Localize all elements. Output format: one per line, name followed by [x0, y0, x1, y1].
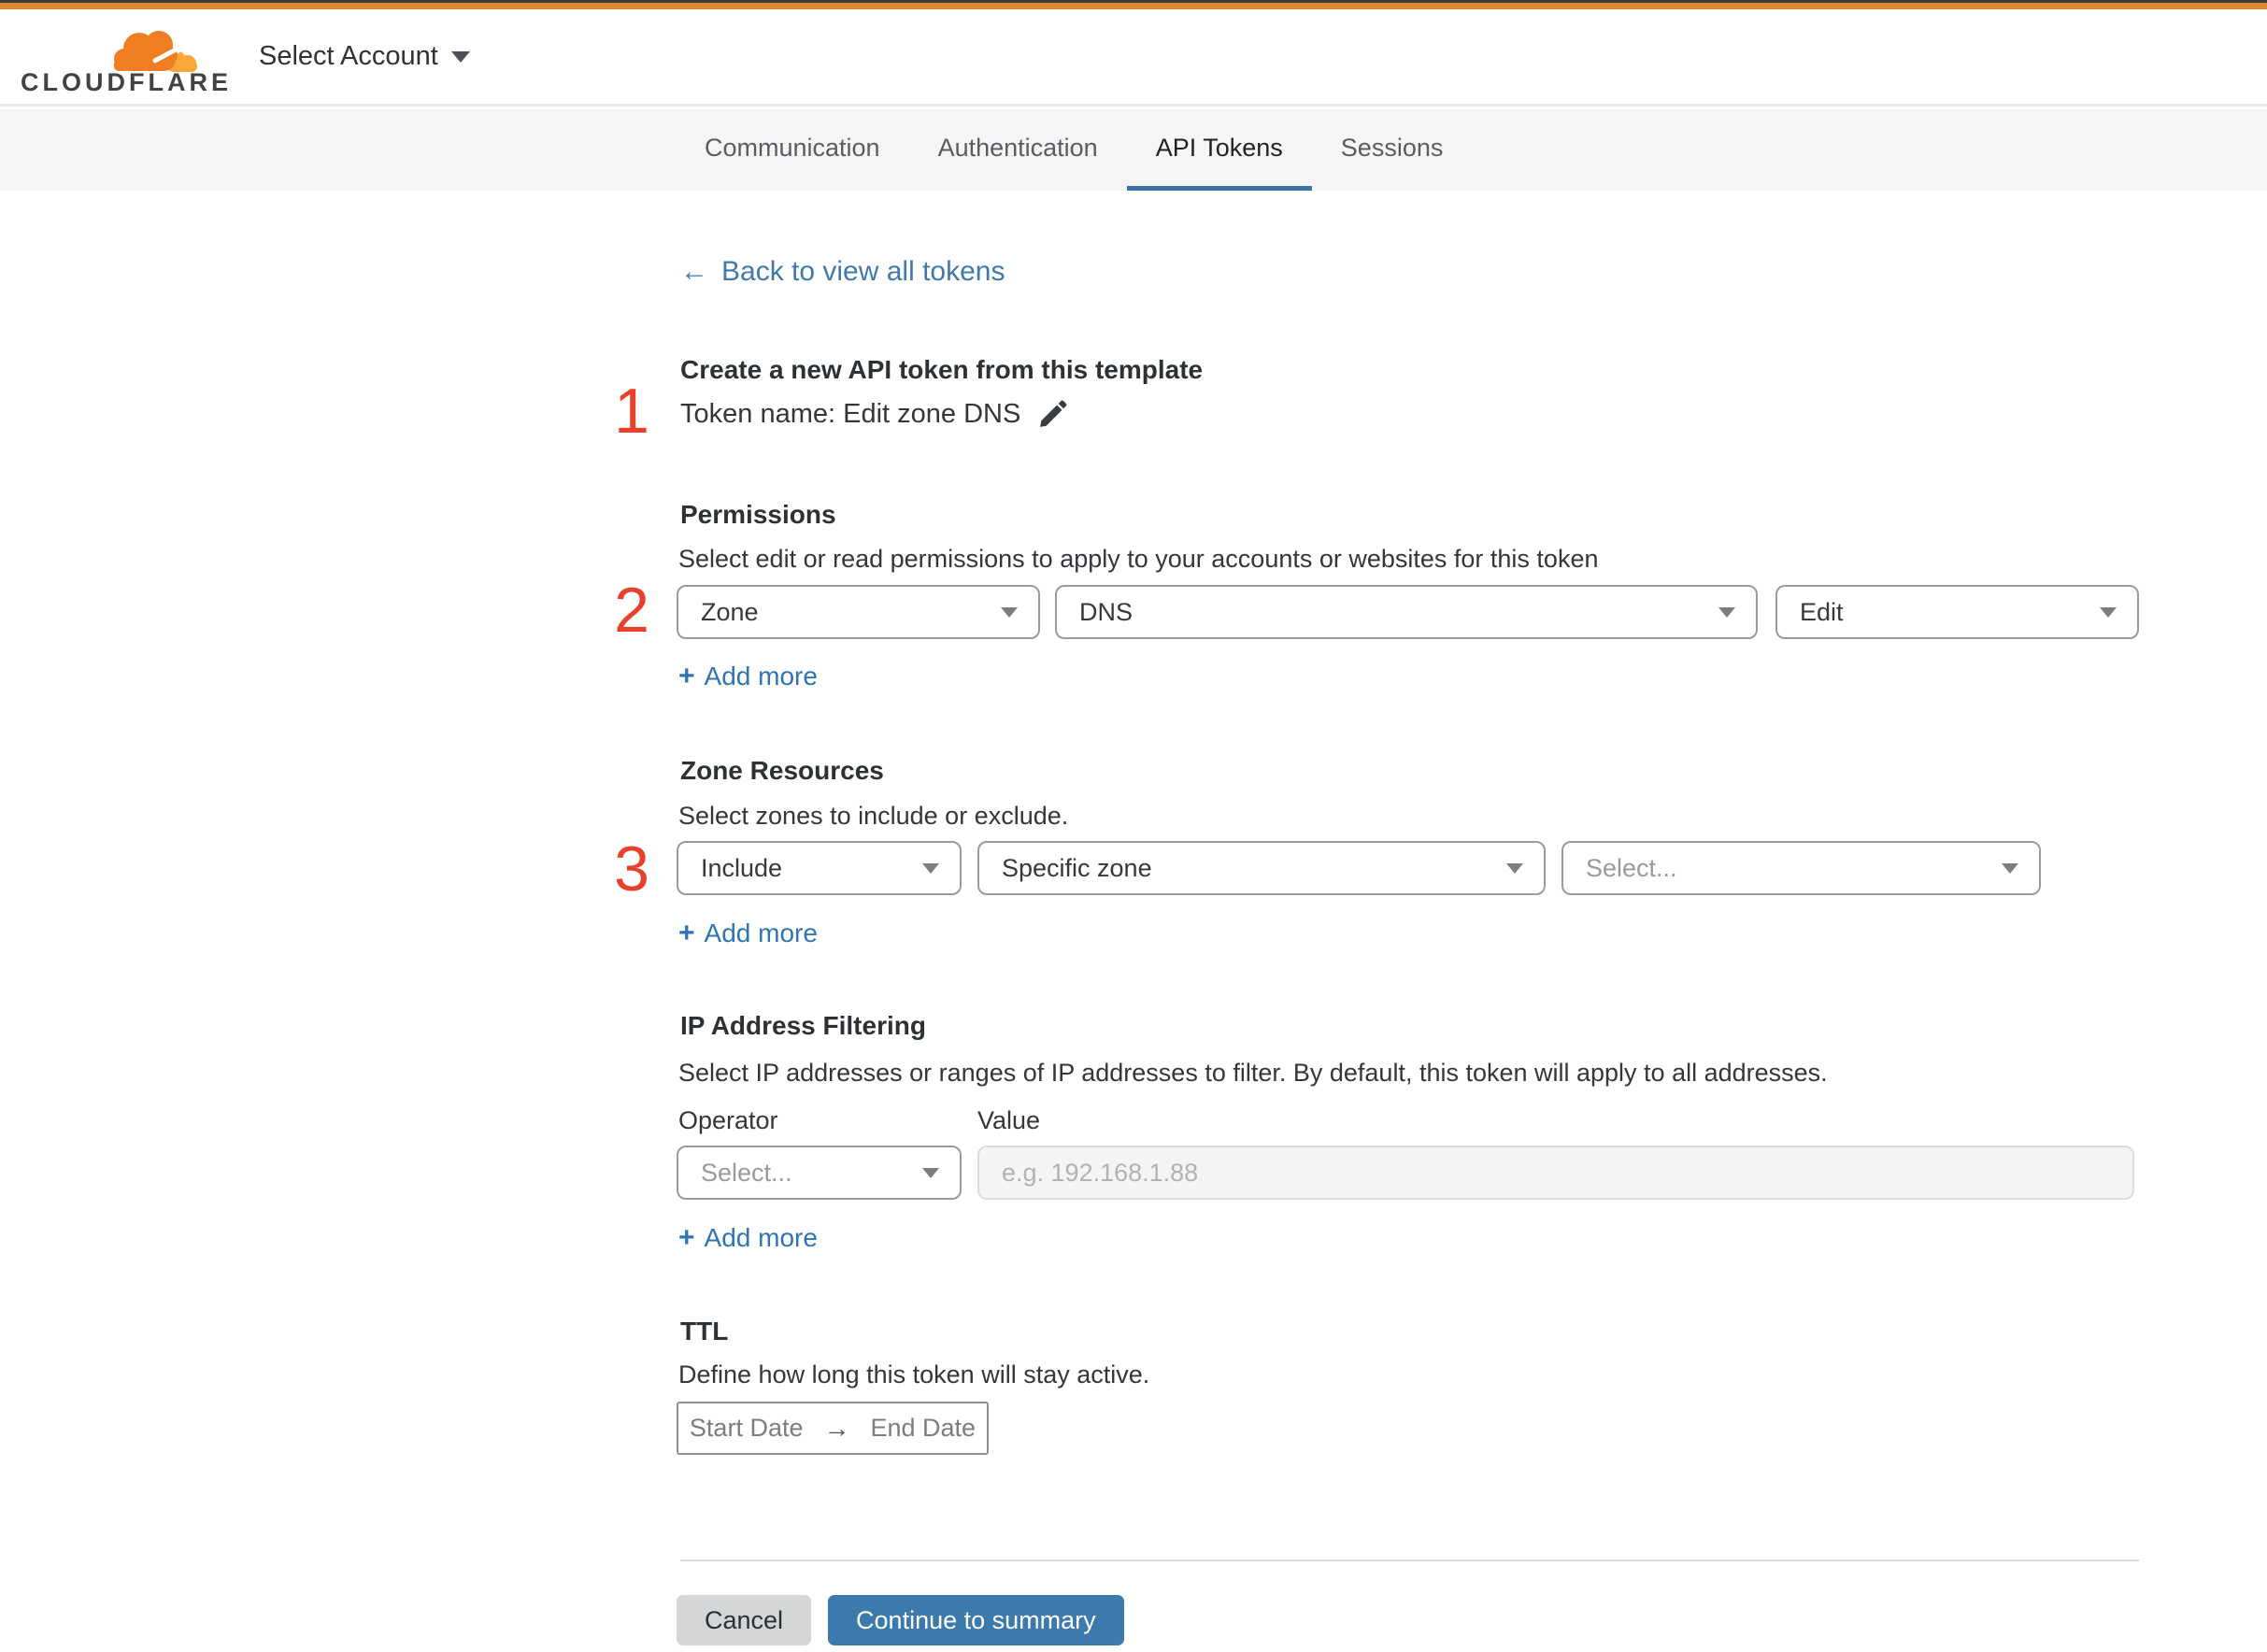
zone-include-exclude-select[interactable]: Include	[677, 841, 962, 895]
zone-picker-select[interactable]: Select...	[1561, 841, 2041, 895]
tab-api-tokens[interactable]: API Tokens	[1126, 109, 1312, 191]
app-header: CLOUDFLARE Select Account	[0, 9, 2267, 107]
token-form: ← Back to view all tokens 1 Create a new…	[614, 191, 2139, 1652]
token-name-text: Token name: Edit zone DNS	[680, 398, 1021, 429]
edit-token-name-button[interactable]	[1037, 398, 1069, 430]
pencil-icon	[1040, 400, 1067, 427]
continue-to-summary-button[interactable]: Continue to summary	[828, 1595, 1124, 1645]
tab-authentication[interactable]: Authentication	[909, 109, 1127, 191]
account-selector-label: Select Account	[259, 41, 438, 71]
add-zone-resource-button[interactable]: + Add more	[678, 918, 818, 949]
operator-label: Operator	[678, 1106, 778, 1134]
tab-sessions[interactable]: Sessions	[1312, 109, 1473, 191]
account-selector-button[interactable]: Select Account	[259, 9, 470, 104]
ttl-title: TTL	[680, 1317, 729, 1346]
permission-scope-select[interactable]: Zone	[677, 585, 1040, 639]
cancel-button[interactable]: Cancel	[677, 1595, 812, 1645]
ttl-date-range-button[interactable]: Start Date → End Date	[677, 1402, 989, 1455]
left-arrow-icon: ←	[680, 256, 708, 287]
tab-communication[interactable]: Communication	[676, 109, 909, 191]
zone-resources-title: Zone Resources	[680, 756, 884, 785]
chevron-down-icon	[450, 50, 470, 63]
cloudflare-wordmark: CLOUDFLARE	[21, 68, 232, 96]
value-label: Value	[977, 1106, 1041, 1134]
chevron-down-icon	[922, 863, 939, 874]
cloudflare-logo: CLOUDFLARE	[21, 13, 232, 103]
permissions-description: Select edit or read permissions to apply…	[678, 545, 1599, 573]
zone-scope-select[interactable]: Specific zone	[977, 841, 1546, 895]
add-ip-filter-button[interactable]: + Add more	[678, 1222, 818, 1254]
plus-icon: +	[678, 918, 695, 948]
ip-filtering-title: IP Address Filtering	[680, 1011, 926, 1040]
create-token-title: Create a new API token from this templat…	[680, 355, 1204, 384]
permissions-title: Permissions	[680, 500, 836, 529]
chevron-down-icon	[1001, 607, 1018, 618]
add-permission-button[interactable]: + Add more	[678, 661, 818, 692]
ip-value-input[interactable]	[977, 1146, 2134, 1200]
plus-icon: +	[678, 1222, 695, 1253]
permission-resource-select[interactable]: DNS	[1055, 585, 1758, 639]
permissions-row: Zone DNS Edit	[677, 585, 2139, 639]
token-name-line: Token name: Edit zone DNS	[680, 398, 1069, 430]
step-marker-2: 2	[614, 575, 649, 646]
zone-resources-row: Include Specific zone Select...	[677, 841, 2139, 895]
top-accent-bar	[0, 0, 2267, 9]
ip-filtering-description: Select IP addresses or ranges of IP addr…	[678, 1059, 1828, 1087]
chevron-down-icon	[922, 1168, 939, 1178]
ip-operator-select[interactable]: Select...	[677, 1146, 962, 1200]
back-link-label: Back to view all tokens	[721, 256, 1005, 287]
chevron-down-icon	[1718, 607, 1735, 618]
top-dark-strip	[0, 0, 2267, 3]
start-date-placeholder: Start Date	[689, 1414, 804, 1442]
step-marker-1: 1	[614, 376, 649, 447]
footer-divider	[680, 1559, 2139, 1561]
permission-access-select[interactable]: Edit	[1775, 585, 2139, 639]
end-date-placeholder: End Date	[870, 1414, 977, 1442]
cloudflare-cloud-icon	[113, 31, 197, 72]
ip-filtering-row: Select...	[677, 1146, 2139, 1200]
plus-icon: +	[678, 661, 695, 691]
chevron-down-icon	[2100, 607, 2117, 618]
chevron-down-icon	[2002, 863, 2018, 874]
form-footer: Cancel Continue to summary	[677, 1595, 1124, 1645]
ttl-description: Define how long this token will stay act…	[678, 1360, 1150, 1389]
back-to-tokens-link[interactable]: ← Back to view all tokens	[680, 256, 1005, 288]
chevron-down-icon	[1506, 863, 1523, 874]
zone-resources-description: Select zones to include or exclude.	[678, 802, 1069, 830]
profile-tab-bar: Communication Authentication API Tokens …	[0, 109, 2267, 191]
right-arrow-icon: →	[823, 1413, 850, 1443]
step-marker-3: 3	[614, 833, 649, 904]
